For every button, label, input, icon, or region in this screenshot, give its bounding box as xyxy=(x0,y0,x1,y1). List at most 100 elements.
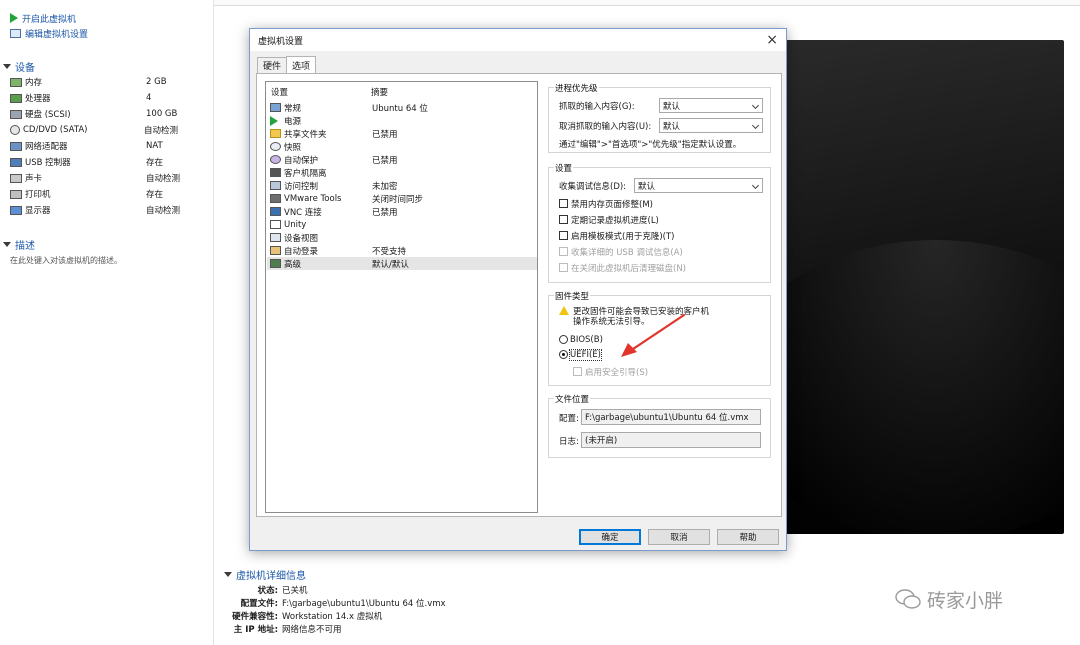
secure-boot-checkbox[interactable]: 启用安全引导(S) xyxy=(573,364,648,379)
device-row-memory[interactable]: 内存 2 GB xyxy=(10,74,210,90)
file-location-title: 文件位置 xyxy=(554,393,591,405)
vmware-tools-icon xyxy=(270,194,281,203)
checkbox-label: 定期记录虚拟机进度(L) xyxy=(571,215,659,226)
option-summary: 已禁用 xyxy=(372,129,398,140)
ok-button[interactable]: 确定 xyxy=(579,529,641,545)
device-name: 显示器 xyxy=(25,206,51,216)
option-row-device-view[interactable]: 设备视图 xyxy=(267,231,537,244)
option-name: VNC 连接 xyxy=(284,207,322,218)
grabbed-input-select[interactable]: 默认 xyxy=(659,98,763,113)
tab-options[interactable]: 选项 xyxy=(286,56,317,73)
option-row-power[interactable]: 电源 xyxy=(267,114,537,127)
option-row-shared-folders[interactable]: 共享文件夹 已禁用 xyxy=(267,127,537,140)
column-header-setting: 设置 xyxy=(271,88,289,98)
dialog-titlebar[interactable]: 虚拟机设置 × xyxy=(250,29,786,51)
power-icon xyxy=(270,115,278,126)
watermark: 砖家小胖 xyxy=(895,587,1003,612)
close-icon[interactable]: × xyxy=(766,32,778,48)
option-name: 访问控制 xyxy=(284,181,319,192)
option-name: 设备视图 xyxy=(284,233,319,244)
device-value: 2 GB xyxy=(146,77,167,87)
vm-details-header[interactable]: 虚拟机详细信息 xyxy=(224,567,306,582)
config-path-field[interactable]: F:\garbage\ubuntu1\Ubuntu 64 位.vmx xyxy=(581,409,761,425)
checkbox-box xyxy=(559,215,568,224)
usb-icon xyxy=(10,157,22,167)
description-section-header[interactable]: 描述 xyxy=(3,237,35,252)
snapshot-icon xyxy=(270,142,281,151)
settings-title: 设置 xyxy=(554,162,574,174)
description-placeholder[interactable]: 在此处键入对该虚拟机的描述。 xyxy=(10,255,122,266)
option-row-snapshot[interactable]: 快照 xyxy=(267,140,537,153)
column-header-summary: 摘要 xyxy=(371,88,389,98)
preview-glare xyxy=(786,240,1064,534)
option-summary: 已禁用 xyxy=(372,207,398,218)
device-row-printer[interactable]: 打印机 存在 xyxy=(10,186,210,202)
option-row-vmware-tools[interactable]: VMware Tools 关闭时间同步 xyxy=(267,192,537,205)
collapse-icon xyxy=(3,63,11,69)
device-value: 自动检测 xyxy=(146,206,181,216)
cleanup-disk-checkbox[interactable]: 在关闭此虚拟机后清理磁盘(N) xyxy=(559,260,686,275)
dialog-title: 虚拟机设置 xyxy=(258,36,304,47)
usb-debug-checkbox[interactable]: 收集详细的 USB 调试信息(A) xyxy=(559,244,683,259)
cd-dvd-icon xyxy=(10,125,20,135)
device-row-network[interactable]: 网络适配器 NAT xyxy=(10,138,210,154)
process-priority-title: 进程优先级 xyxy=(554,82,599,94)
device-value: 存在 xyxy=(146,158,164,168)
detail-label: 状态: xyxy=(257,585,278,596)
edit-vm-settings-link[interactable]: 编辑虚拟机设置 xyxy=(10,26,88,40)
option-summary: 已禁用 xyxy=(372,155,398,166)
radio-circle xyxy=(559,335,568,344)
general-icon xyxy=(270,103,281,112)
description-title: 描述 xyxy=(15,240,35,252)
option-row-vnc[interactable]: VNC 连接 已禁用 xyxy=(267,205,537,218)
device-row-cpu[interactable]: 处理器 4 xyxy=(10,90,210,106)
devices-section-header[interactable]: 设备 xyxy=(3,59,35,74)
debug-info-select[interactable]: 默认 xyxy=(634,178,763,193)
option-row-guest-isolation[interactable]: 客户机隔离 xyxy=(267,166,537,179)
detail-label: 硬件兼容性: xyxy=(232,611,278,622)
device-row-usb[interactable]: USB 控制器 存在 xyxy=(10,154,210,170)
option-name: 高级 xyxy=(284,259,302,270)
disable-mem-trim-checkbox[interactable]: 禁用内存页面修整(M) xyxy=(559,196,653,211)
device-row-hard-disk[interactable]: 硬盘 (SCSI) 100 GB xyxy=(10,106,210,122)
access-control-icon xyxy=(270,181,281,190)
device-row-cd-dvd[interactable]: CD/DVD (SATA) 自动检测 xyxy=(10,122,210,138)
device-value: 存在 xyxy=(146,190,164,200)
option-row-autologin[interactable]: 自动登录 不受支持 xyxy=(267,244,537,257)
option-row-advanced[interactable]: 高级 默认/默认 xyxy=(267,257,537,270)
log-progress-checkbox[interactable]: 定期记录虚拟机进度(L) xyxy=(559,212,659,227)
option-name: 共享文件夹 xyxy=(284,129,327,140)
option-name: 自动登录 xyxy=(284,246,319,257)
option-row-unity[interactable]: Unity xyxy=(267,218,537,231)
ungrabbed-input-value: 默认 xyxy=(663,121,681,132)
bios-radio[interactable]: BIOS(B) xyxy=(559,332,603,347)
cancel-button[interactable]: 取消 xyxy=(648,529,710,545)
option-name: 快照 xyxy=(284,142,302,153)
uefi-radio[interactable]: UEFI(E) xyxy=(559,347,602,362)
vm-screen-preview[interactable] xyxy=(786,40,1064,534)
device-row-sound[interactable]: 声卡 自动检测 xyxy=(10,170,210,186)
template-mode-checkbox[interactable]: 启用模板模式(用于克隆)(T) xyxy=(559,228,674,243)
option-row-autoprotect[interactable]: 自动保护 已禁用 xyxy=(267,153,537,166)
grabbed-input-value: 默认 xyxy=(663,101,681,112)
option-row-general[interactable]: 常规 Ubuntu 64 位 xyxy=(267,101,537,114)
options-list[interactable]: 设置 摘要 常规 Ubuntu 64 位 电源 共享文件夹 已禁用 快照 自动保… xyxy=(265,81,538,513)
grabbed-input-label: 抓取的输入内容(G): xyxy=(559,101,635,112)
checkbox-box xyxy=(573,367,582,376)
detail-row-ip: 主 IP 地址: 网络信息不可用 xyxy=(228,622,342,635)
device-row-display[interactable]: 显示器 自动检测 xyxy=(10,202,210,218)
ungrabbed-input-select[interactable]: 默认 xyxy=(659,118,763,133)
option-row-access-control[interactable]: 访问控制 未加密 xyxy=(267,179,537,192)
checkbox-box xyxy=(559,231,568,240)
option-summary: Ubuntu 64 位 xyxy=(372,103,428,114)
power-on-vm-link[interactable]: 开启此虚拟机 xyxy=(10,11,76,25)
option-name: VMware Tools xyxy=(284,193,342,204)
detail-row-state: 状态: 已关机 xyxy=(228,583,308,596)
firmware-title: 固件类型 xyxy=(554,290,591,302)
autologin-icon xyxy=(270,246,281,255)
unity-icon xyxy=(270,220,281,229)
tab-hardware[interactable]: 硬件 xyxy=(257,57,288,73)
log-path-field[interactable]: (未开启) xyxy=(581,432,761,448)
vm-settings-dialog: 虚拟机设置 × 硬件 选项 设置 摘要 常规 Ubuntu 64 位 电源 共享… xyxy=(249,28,787,551)
help-button[interactable]: 帮助 xyxy=(717,529,779,545)
